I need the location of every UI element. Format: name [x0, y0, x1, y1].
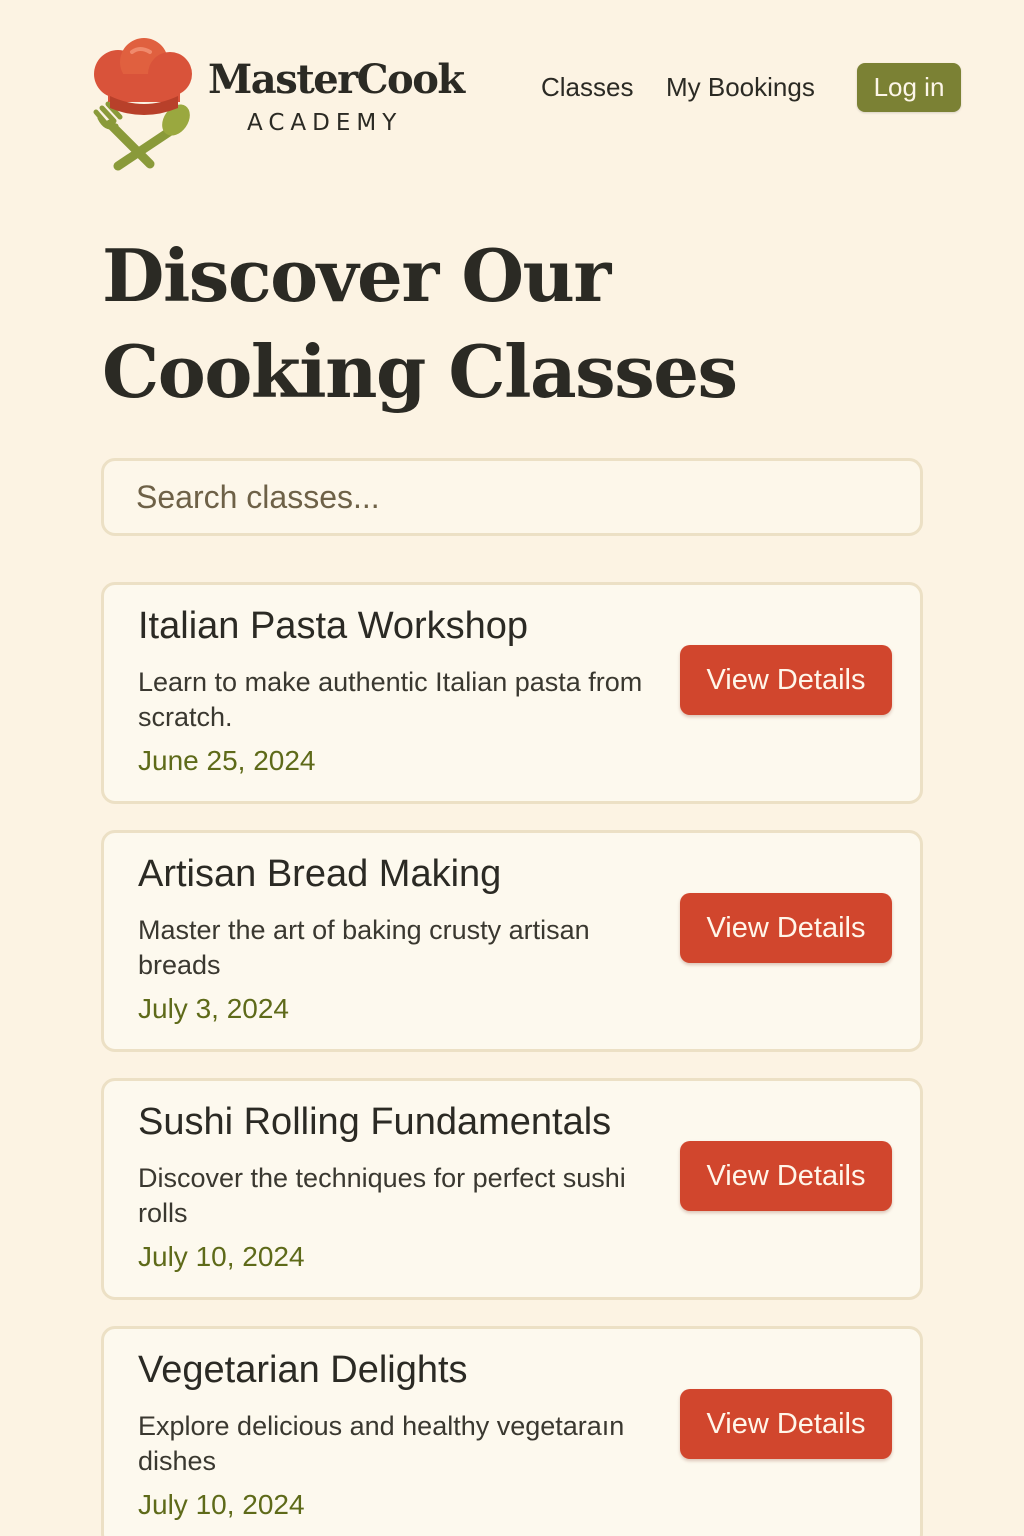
class-title: Sushi Rolling Fundamentals: [138, 1101, 612, 1143]
login-button[interactable]: Log in: [857, 63, 961, 112]
brand-name: MasterCook: [208, 56, 465, 103]
chef-hat-logo-icon[interactable]: [88, 38, 198, 172]
class-date: July 10, 2024: [138, 1489, 305, 1520]
class-description: Master the art of baking crusty artisan …: [138, 915, 590, 980]
class-description: Explore delicious and healthy vegetaraın…: [138, 1411, 625, 1476]
search-input[interactable]: [104, 461, 920, 533]
class-title: Vegetarian Delights: [138, 1349, 468, 1391]
site-header: MasterCook ACADEMY Classes My Bookings L…: [0, 0, 1024, 180]
class-date: July 10, 2024: [138, 1241, 305, 1272]
view-details-button[interactable]: View Details: [680, 1141, 892, 1211]
class-card: Vegetarian Delights Explore delicious an…: [101, 1326, 923, 1536]
class-title: Italian Pasta Workshop: [138, 605, 529, 647]
class-description: Learn to make authentic Italian pasta fr…: [138, 667, 643, 732]
search-box: [101, 458, 923, 536]
nav-link-my-bookings[interactable]: My Bookings: [666, 72, 815, 103]
class-date: June 25, 2024: [138, 745, 316, 776]
class-title: Artisan Bread Making: [138, 853, 502, 895]
class-card: Artisan Bread Making Master the art of b…: [101, 830, 923, 1052]
view-details-button[interactable]: View Details: [680, 645, 892, 715]
class-date: July 3, 2024: [138, 993, 289, 1024]
class-description: Discover the techniques for perfect sush…: [138, 1163, 626, 1228]
class-card: Sushi Rolling Fundamentals Discover the …: [101, 1078, 923, 1300]
brand-subtitle: ACADEMY: [247, 110, 403, 136]
nav-link-classes[interactable]: Classes: [541, 72, 633, 103]
class-card: Italian Pasta Workshop Learn to make aut…: [101, 582, 923, 804]
view-details-button[interactable]: View Details: [680, 1389, 892, 1459]
page-title: Discover Our Cooking Classes: [102, 233, 738, 414]
view-details-button[interactable]: View Details: [680, 893, 892, 963]
